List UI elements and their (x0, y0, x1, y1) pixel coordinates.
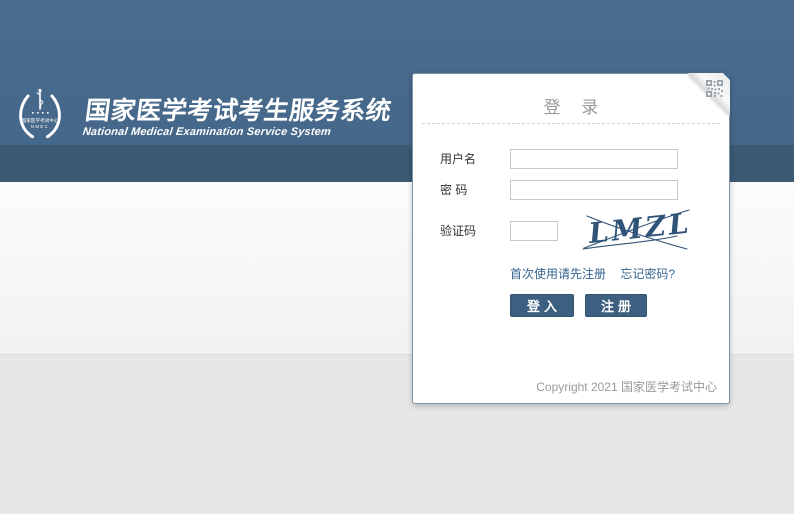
username-input[interactable] (510, 149, 678, 169)
nmec-emblem-icon: 国家医学考试中心 NMEC (14, 87, 66, 139)
site-title: 国家医学考试考生服务系统 (84, 98, 393, 124)
header-titles: 国家医学考试考生服务系统 National Medical Examinatio… (82, 98, 393, 138)
captcha-input[interactable] (510, 221, 558, 241)
register-button[interactable]: 注册 (585, 294, 647, 317)
forgot-password-link[interactable]: 忘记密码? (620, 267, 675, 281)
password-input[interactable] (510, 180, 678, 200)
panel-links: 首次使用请先注册 忘记密码? (510, 265, 675, 282)
page: 国家医学考试中心 NMEC 国家医学考试考生服务系统 National Medi… (0, 0, 794, 514)
title-divider (422, 123, 720, 124)
login-panel: 登 录 用户名 密 码 验证码 LMZL 首次使用请先注册 忘记密码? 登入 注… (412, 73, 730, 404)
site-subtitle: National Medical Examination Service Sys… (82, 126, 389, 138)
username-label: 用户名 (440, 149, 506, 169)
captcha-text: LMZL (586, 206, 693, 250)
captcha-label: 验证码 (440, 221, 506, 241)
captcha-image[interactable]: LMZL (581, 202, 693, 254)
copyright-text: Copyright 2021 国家医学考试中心 (536, 378, 717, 395)
nmec-logo: 国家医学考试中心 NMEC (14, 87, 66, 139)
panel-title: 登 录 (413, 93, 729, 118)
password-label: 密 码 (440, 180, 506, 200)
register-hint-link[interactable]: 首次使用请先注册 (510, 267, 606, 281)
logo-caption-cn: 国家医学考试中心 (22, 117, 59, 124)
login-button[interactable]: 登入 (510, 294, 574, 317)
logo-caption-en: NMEC (31, 124, 49, 129)
